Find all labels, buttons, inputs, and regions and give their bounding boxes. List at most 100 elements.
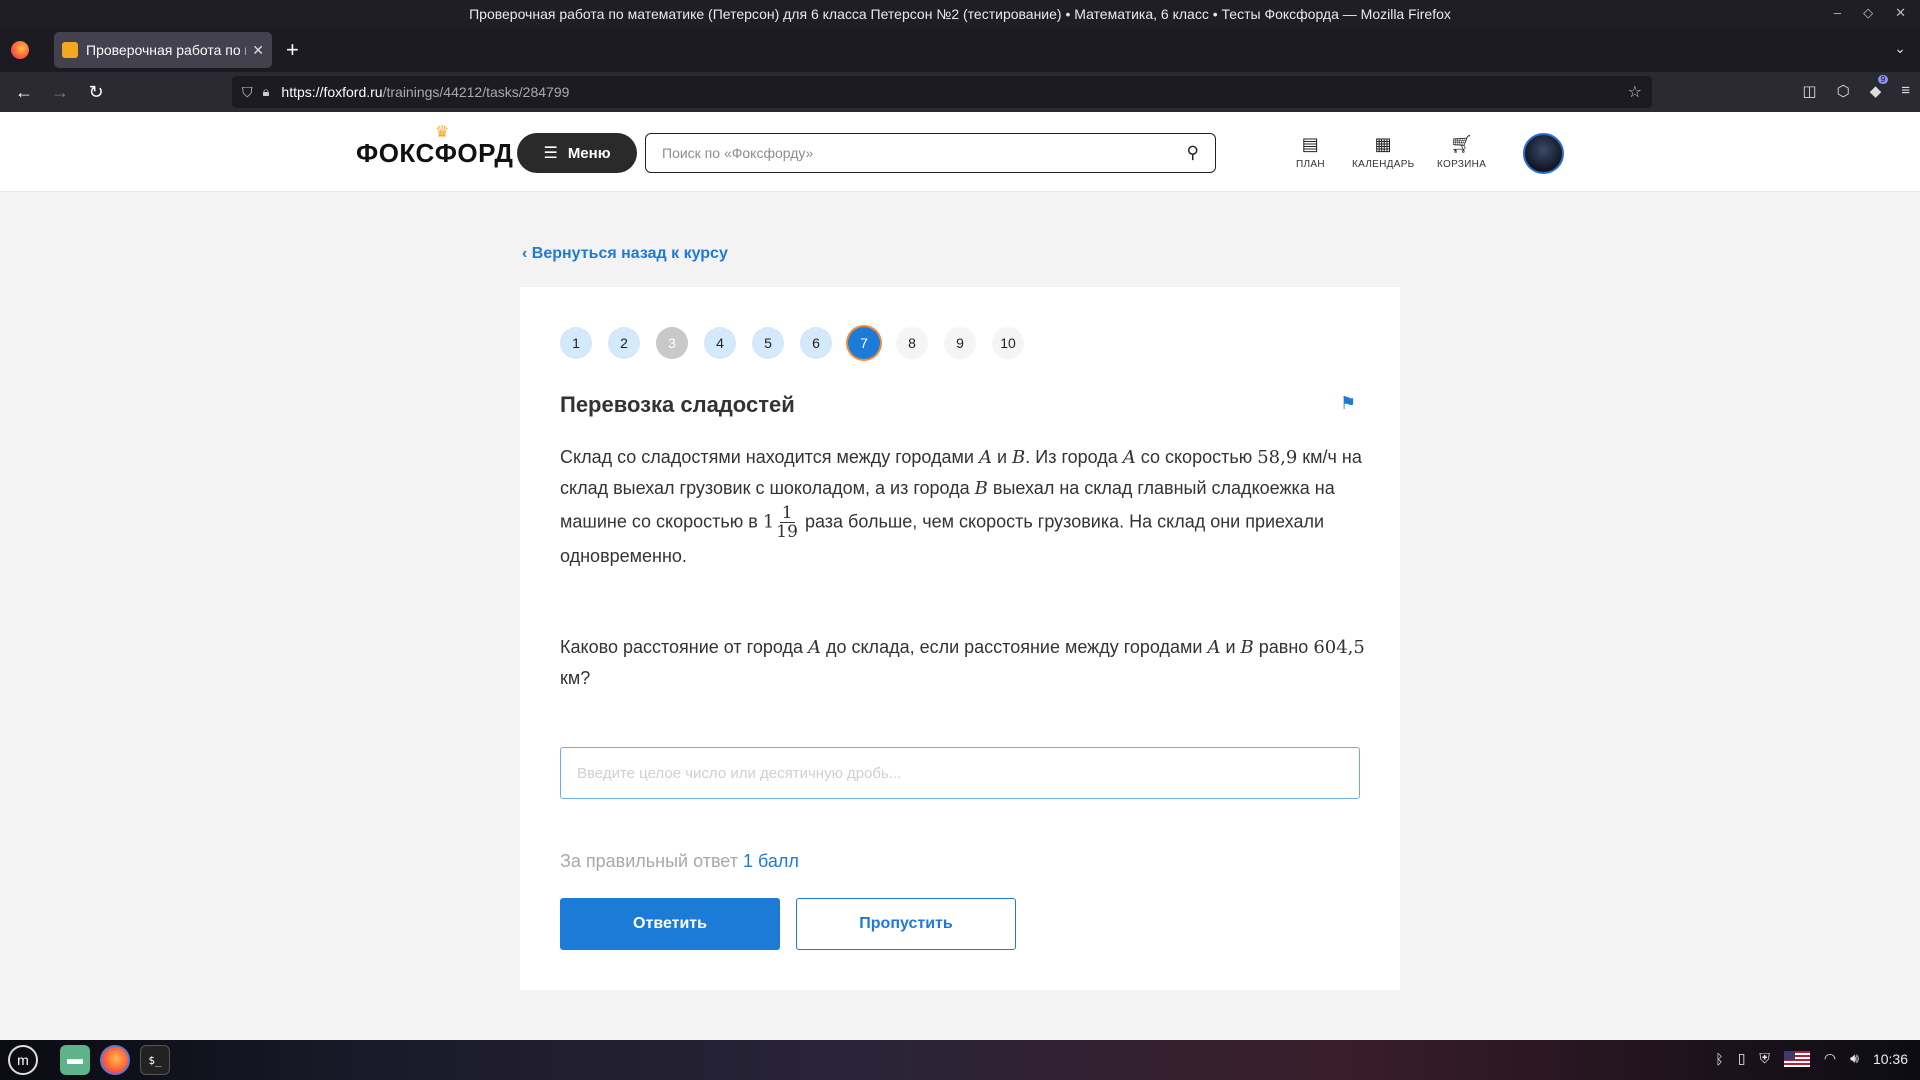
math-var-b: B: [974, 478, 988, 499]
terminal-icon[interactable]: $_: [140, 1045, 170, 1075]
math-fraction: 1 19: [776, 504, 798, 541]
lock-icon[interactable]: 🔒︎: [263, 84, 270, 100]
back-arrow-icon[interactable]: ←: [6, 82, 42, 103]
cart-link[interactable]: 🛒︎ КОРЗИНА: [1437, 134, 1486, 170]
url-bar[interactable]: ⛉ 🔒︎ https://foxford.ru/trainings/44212/…: [232, 76, 1652, 108]
math-number: 58,9: [1257, 447, 1298, 468]
task-stepper: 1 2 3 4 5 6 7 8 9 10: [560, 327, 1024, 359]
back-link-label: Вернуться назад к курсу: [531, 245, 728, 262]
wifi-icon[interactable]: ◠: [1824, 1050, 1836, 1067]
answer-input[interactable]: [577, 764, 1343, 782]
shield-tray-icon[interactable]: ⛨: [1759, 1050, 1770, 1067]
extension-icon[interactable]: ◆ 9: [1870, 75, 1889, 100]
keyboard-layout-flag-icon[interactable]: [1783, 1050, 1810, 1067]
list-icon: ▤: [1301, 134, 1320, 154]
text: и: [991, 447, 1013, 467]
tab-close-icon[interactable]: ✕: [252, 42, 264, 59]
files-icon[interactable]: ▬: [60, 1045, 90, 1075]
answer-button[interactable]: Ответить: [560, 898, 780, 950]
text: со скоростью: [1135, 447, 1258, 467]
step-8[interactable]: 8: [896, 327, 928, 359]
math-number: 604,5: [1313, 637, 1365, 658]
search-icon[interactable]: ⚲: [1187, 143, 1199, 163]
reload-icon[interactable]: ↻: [78, 82, 114, 103]
hamburger-menu-icon[interactable]: ≡: [1901, 82, 1910, 100]
restore-icon[interactable]: ◇: [1863, 5, 1873, 21]
step-4[interactable]: 4: [704, 327, 736, 359]
plan-link[interactable]: ▤ ПЛАН: [1296, 134, 1325, 170]
report-flag-icon[interactable]: ⚑: [1340, 393, 1356, 414]
nav-bar: ← → ↻ ⛉ 🔒︎ https://foxford.ru/trainings/…: [0, 72, 1920, 112]
search-box: ⚲: [645, 133, 1216, 173]
new-tab-icon[interactable]: +: [286, 39, 299, 61]
firefox-menu-icon[interactable]: [11, 41, 29, 59]
tab-bar: Проверочная работа по м ✕ + ⌄: [0, 28, 1920, 72]
text: км?: [560, 668, 591, 688]
extensions-icon[interactable]: ⬡: [1837, 82, 1850, 100]
math-var-a: A: [807, 637, 821, 658]
menu-label: Меню: [567, 144, 611, 162]
crown-icon: ♛: [435, 124, 450, 141]
volume-icon[interactable]: 🔊︎: [1850, 1050, 1859, 1067]
text: Склад со сладостями находится между горо…: [560, 447, 979, 467]
url-host: https://foxford.ru: [281, 84, 383, 100]
skip-button[interactable]: Пропустить: [796, 898, 1016, 950]
score-points: 1 балл: [742, 851, 799, 871]
clock[interactable]: 10:36: [1873, 1051, 1908, 1067]
calendar-link[interactable]: ▦ КАЛЕНДАРЬ: [1352, 134, 1415, 170]
math-var-a: A: [1122, 447, 1136, 468]
start-menu-icon[interactable]: m: [8, 1045, 38, 1075]
clipboard-icon[interactable]: ▯: [1738, 1050, 1746, 1067]
step-6[interactable]: 6: [800, 327, 832, 359]
url-text[interactable]: https://foxford.ru/trainings/44212/tasks…: [281, 84, 569, 100]
menu-button[interactable]: ☰ Меню: [517, 133, 637, 173]
foxford-favicon-icon: [62, 42, 78, 58]
answer-field-wrapper: [560, 747, 1360, 799]
pocket-icon[interactable]: ◫: [1802, 82, 1816, 100]
site-header: ФОКСФОРД ♛ ☰ Меню ⚲ ▤ ПЛАН ▦ КАЛЕНДАРЬ 🛒…: [0, 112, 1920, 192]
foxford-logo[interactable]: ФОКСФОРД ♛: [356, 124, 514, 169]
step-1[interactable]: 1: [560, 327, 592, 359]
task-title: Перевозка сладостей: [560, 392, 795, 417]
shield-icon[interactable]: ⛉: [242, 84, 253, 101]
step-5[interactable]: 5: [752, 327, 784, 359]
fraction-denominator: 19: [776, 522, 798, 542]
search-input[interactable]: [662, 145, 1187, 161]
cart-icon: 🛒︎: [1450, 134, 1474, 154]
back-to-course-link[interactable]: ‹ Вернуться назад к курсу: [522, 245, 728, 263]
math-var-b: B: [1240, 637, 1254, 658]
text: . Из города: [1025, 447, 1123, 467]
task-card: 1 2 3 4 5 6 7 8 9 10 Перевозка сладостей ⚑ Склад …: [520, 287, 1400, 990]
text: Каково расстояние от города: [560, 637, 808, 657]
step-10[interactable]: 10: [992, 327, 1024, 359]
close-window-icon[interactable]: ✕: [1895, 5, 1906, 21]
bluetooth-icon[interactable]: ᛒ: [1715, 1051, 1723, 1067]
window-title: Проверочная работа по математике (Петерс…: [469, 6, 1451, 22]
url-path: /trainings/44212/tasks/284799: [382, 84, 570, 100]
system-tray: ᛒ ▯ ⛨ ◠ 🔊︎ 10:36: [1715, 1050, 1908, 1067]
avatar[interactable]: [1523, 133, 1564, 174]
math-var-b: B: [1012, 447, 1026, 468]
minimize-icon[interactable]: –: [1834, 5, 1841, 21]
bookmark-star-icon[interactable]: ☆: [1628, 82, 1642, 102]
cart-label: КОРЗИНА: [1437, 159, 1487, 170]
window-titlebar: Проверочная работа по математике (Петерс…: [0, 0, 1920, 28]
task-question: Каково расстояние от города A до склада,…: [560, 632, 1370, 694]
tab-active[interactable]: Проверочная работа по м ✕: [54, 32, 272, 68]
step-9[interactable]: 9: [944, 327, 976, 359]
logo-text: ФОКСФОРД: [356, 138, 514, 168]
chevron-down-icon[interactable]: ⌄: [1894, 40, 1906, 57]
firefox-icon[interactable]: [100, 1045, 130, 1075]
score-info: За правильный ответ 1 балл: [560, 851, 799, 872]
text: до склада, если расстояние между городам…: [820, 637, 1208, 657]
calendar-label: КАЛЕНДАРЬ: [1352, 159, 1415, 170]
extension-badge: 9: [1877, 75, 1889, 84]
toolbar-right: ◫ ⬡ ◆ 9 ≡: [1802, 75, 1910, 100]
forward-arrow-icon[interactable]: →: [42, 82, 78, 103]
step-2[interactable]: 2: [608, 327, 640, 359]
plan-label: ПЛАН: [1296, 159, 1325, 170]
os-taskbar: m ▬ $_ ᛒ ▯ ⛨ ◠ 🔊︎ 10:36: [0, 1040, 1920, 1080]
chevron-left-icon: ‹: [522, 245, 528, 262]
step-3[interactable]: 3: [656, 327, 688, 359]
step-7[interactable]: 7: [848, 327, 880, 359]
